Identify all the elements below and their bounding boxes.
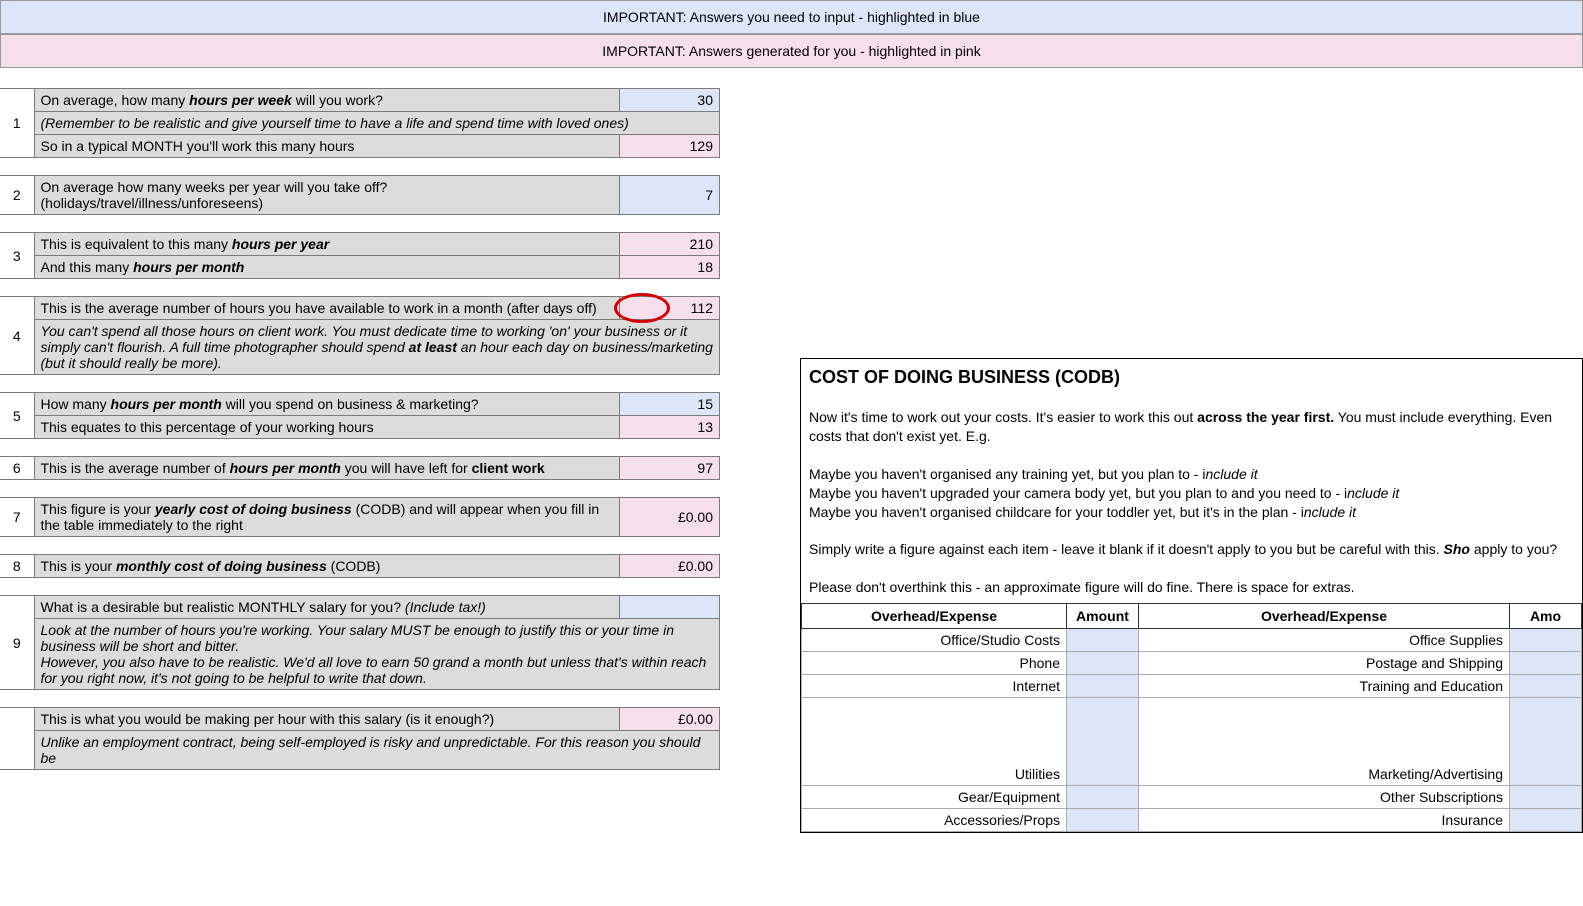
exp-utilities: Utilities xyxy=(802,698,1067,786)
q-client-hours: This is the average number of hours per … xyxy=(34,457,620,480)
banner-input-note: IMPORTANT: Answers you need to input - h… xyxy=(0,0,1583,34)
val-hours-per-year: 210 xyxy=(620,233,720,256)
amt-gear[interactable] xyxy=(1067,786,1139,809)
row-num-6: 6 xyxy=(0,457,34,480)
th-overhead-1: Overhead/Expense xyxy=(802,604,1067,629)
amt-office-studio[interactable] xyxy=(1067,629,1139,652)
amt-postage[interactable] xyxy=(1510,652,1582,675)
amt-internet[interactable] xyxy=(1067,675,1139,698)
q-per-hour: This is what you would be making per hou… xyxy=(34,708,620,731)
codb-title: COST OF DOING BUSINESS (CODB) xyxy=(809,365,1574,389)
note-self-employed: Unlike an employment contract, being sel… xyxy=(34,731,720,770)
row-num-3: 3 xyxy=(0,233,34,279)
codb-expense-table: Overhead/Expense Amount Overhead/Expense… xyxy=(801,603,1582,832)
amt-training[interactable] xyxy=(1510,675,1582,698)
right-codb-section: ➔ COST OF DOING BUSINESS (CODB) Now it's… xyxy=(720,68,1583,833)
val-hours-per-week[interactable]: 30 xyxy=(620,89,720,112)
q-monthly-codb: This is your monthly cost of doing busin… xyxy=(34,555,620,578)
row-num-4: 4 xyxy=(0,297,34,375)
q-hours-per-year: This is equivalent to this many hours pe… xyxy=(34,233,620,256)
val-monthly-codb: £0.00 xyxy=(620,555,720,578)
banner-output-note: IMPORTANT: Answers generated for you - h… xyxy=(0,34,1583,68)
q-yearly-codb: This figure is your yearly cost of doing… xyxy=(34,498,620,537)
q-marketing-pct: This equates to this percentage of your … xyxy=(34,416,620,439)
val-marketing-hours[interactable]: 15 xyxy=(620,393,720,416)
q-avail-hours: This is the average number of hours you … xyxy=(34,297,620,320)
codb-eg3: Maybe you haven't organised childcare fo… xyxy=(809,503,1574,522)
row-num-1: 1 xyxy=(0,89,34,158)
codb-panel: COST OF DOING BUSINESS (CODB) Now it's t… xyxy=(800,358,1583,833)
calc-table: 1 On average, how many hours per week wi… xyxy=(0,88,720,770)
th-amount-1: Amount xyxy=(1067,604,1139,629)
exp-insurance: Insurance xyxy=(1139,809,1510,832)
codb-eg2: Maybe you haven't upgraded your camera b… xyxy=(809,484,1574,503)
exp-subs: Other Subscriptions xyxy=(1139,786,1510,809)
th-overhead-2: Overhead/Expense xyxy=(1139,604,1510,629)
val-yearly-codb: £0.00 xyxy=(620,498,720,537)
row-num-7: 7 xyxy=(0,498,34,537)
val-salary[interactable] xyxy=(620,596,720,619)
note-realistic: (Remember to be realistic and give yours… xyxy=(34,112,720,135)
row-num-5: 5 xyxy=(0,393,34,439)
exp-postage: Postage and Shipping xyxy=(1139,652,1510,675)
row-num-2: 2 xyxy=(0,176,34,215)
exp-office-supplies: Office Supplies xyxy=(1139,629,1510,652)
exp-phone: Phone xyxy=(802,652,1067,675)
val-avail-hours: 112 xyxy=(620,297,720,320)
exp-gear: Gear/Equipment xyxy=(802,786,1067,809)
note-dedicate-time: You can't spend all those hours on clien… xyxy=(34,320,720,375)
q-hours-per-month-off: And this many hours per month xyxy=(34,256,620,279)
amt-phone[interactable] xyxy=(1067,652,1139,675)
q-hours-per-week: On average, how many hours per week will… xyxy=(34,89,620,112)
val-per-hour: £0.00 xyxy=(620,708,720,731)
note-salary: Look at the number of hours you're worki… xyxy=(34,619,720,690)
row-num-10 xyxy=(0,708,34,770)
codb-intro: Now it's time to work out your costs. It… xyxy=(809,408,1574,446)
row-num-9: 9 xyxy=(0,596,34,690)
exp-marketing: Marketing/Advertising xyxy=(1139,698,1510,786)
q-salary: What is a desirable but realistic MONTHL… xyxy=(34,596,620,619)
codb-instr: Simply write a figure against each item … xyxy=(809,540,1574,559)
val-weeks-off[interactable]: 7 xyxy=(620,176,720,215)
exp-training: Training and Education xyxy=(1139,675,1510,698)
q-month-hours: So in a typical MONTH you'll work this m… xyxy=(34,135,620,158)
row-num-8: 8 xyxy=(0,555,34,578)
amt-insurance[interactable] xyxy=(1510,809,1582,832)
exp-accessories: Accessories/Props xyxy=(802,809,1067,832)
annotation-circle xyxy=(614,293,670,323)
amt-office-supplies[interactable] xyxy=(1510,629,1582,652)
val-hours-per-month-off: 18 xyxy=(620,256,720,279)
q-marketing-hours: How many hours per month will you spend … xyxy=(34,393,620,416)
amt-marketing[interactable] xyxy=(1510,698,1582,786)
amt-subs[interactable] xyxy=(1510,786,1582,809)
codb-eg1: Maybe you haven't organised any training… xyxy=(809,465,1574,484)
exp-office-studio: Office/Studio Costs xyxy=(802,629,1067,652)
val-marketing-pct: 13 xyxy=(620,416,720,439)
q-weeks-off: On average how many weeks per year will … xyxy=(34,176,620,215)
left-calculator-section: 1 On average, how many hours per week wi… xyxy=(0,68,720,833)
exp-internet: Internet xyxy=(802,675,1067,698)
codb-approx: Please don't overthink this - an approxi… xyxy=(809,578,1574,597)
val-month-hours: 129 xyxy=(620,135,720,158)
amt-utilities[interactable] xyxy=(1067,698,1139,786)
amt-accessories[interactable] xyxy=(1067,809,1139,832)
val-client-hours: 97 xyxy=(620,457,720,480)
th-amount-2: Amo xyxy=(1510,604,1582,629)
